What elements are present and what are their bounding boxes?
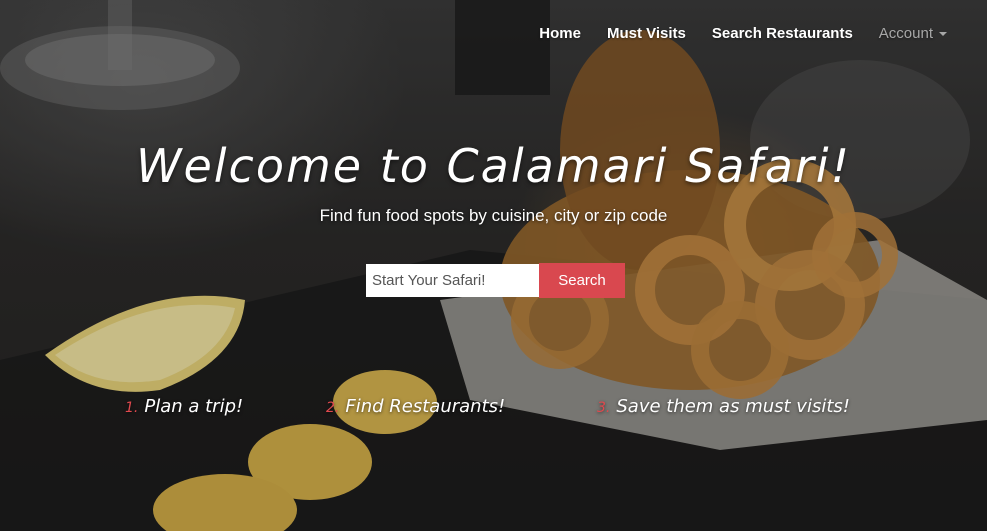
step-item: 2. Find Restaurants! xyxy=(326,396,505,417)
nav-home-link[interactable]: Home xyxy=(539,25,581,42)
hero-title: Welcome to Calamari Safari! xyxy=(135,138,852,193)
step-number: 3. xyxy=(597,400,611,416)
step-number: 2. xyxy=(326,400,340,416)
top-navbar: Home Must Visits Search Restaurants Acco… xyxy=(513,20,947,46)
nav-must-visits-link[interactable]: Must Visits xyxy=(607,25,686,42)
step-text: Save them as must visits! xyxy=(616,396,850,417)
step-number: 1. xyxy=(125,400,139,416)
steps-list: 1. Plan a trip! 2. Find Restaurants! 3. Sav… xyxy=(0,396,987,426)
step-text: Plan a trip! xyxy=(144,396,244,417)
step-item: 3. Save them as must visits! xyxy=(597,396,850,417)
nav-account-label: Account xyxy=(878,24,933,42)
hero-subtitle: Find fun food spots by cuisine, city or … xyxy=(319,206,668,225)
nav-account-dropdown[interactable]: Account xyxy=(879,25,947,42)
step-item: 1. Plan a trip! xyxy=(125,396,243,417)
search-button[interactable]: Search xyxy=(539,263,625,298)
caret-down-icon xyxy=(939,31,947,36)
search-input[interactable] xyxy=(366,264,539,297)
step-text: Find Restaurants! xyxy=(345,396,506,417)
search-form: Search xyxy=(366,263,625,299)
nav-search-restaurants-link[interactable]: Search Restaurants xyxy=(712,25,853,42)
